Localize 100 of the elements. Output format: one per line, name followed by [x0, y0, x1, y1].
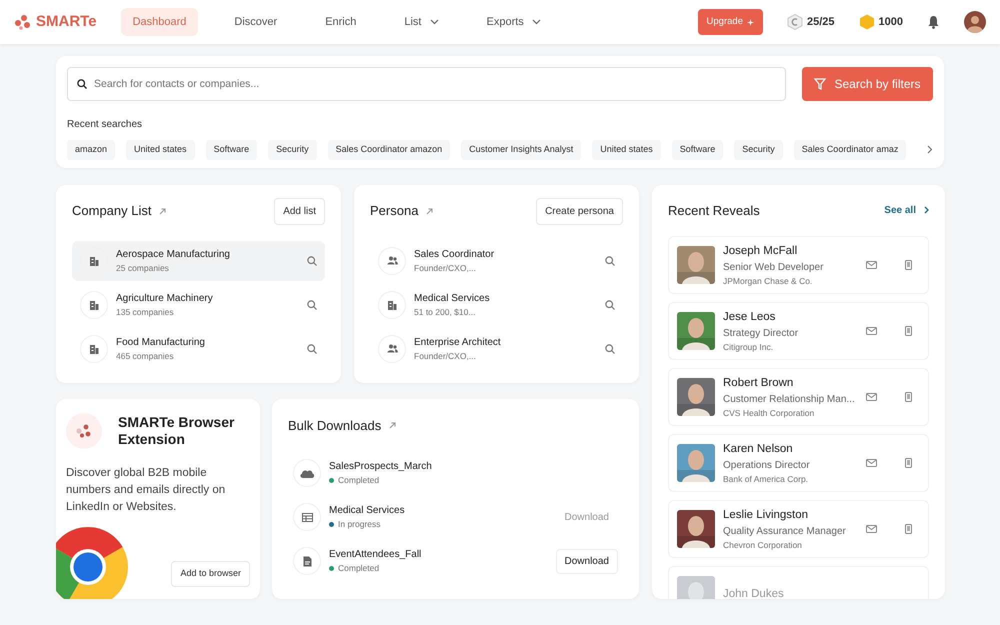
search-icon[interactable]	[307, 344, 317, 354]
external-arrow-icon	[159, 208, 166, 214]
mail-icon[interactable]	[866, 327, 877, 335]
contact-company: Chevron Corporation	[723, 538, 803, 552]
document-icon	[302, 556, 312, 566]
recent-search-chip[interactable]: amazon	[67, 140, 116, 160]
contact-title: Quality Assurance Manager	[723, 524, 847, 539]
chevron-right-icon	[924, 206, 929, 214]
phone-icon[interactable]	[905, 458, 912, 468]
contact-name: Leslie Livingston	[723, 508, 810, 522]
search-icon	[77, 79, 87, 89]
nav-tab[interactable]: List	[392, 8, 450, 36]
panel-title: Bulk Downloads	[288, 416, 382, 434]
cloud-icon	[299, 468, 315, 478]
download-button[interactable]: Download	[556, 548, 618, 574]
contact-company: Citigroup Inc.	[723, 340, 774, 354]
coins-count: 1000	[878, 14, 903, 30]
item-name: Food Manufacturing	[116, 336, 206, 350]
external-arrow-icon	[426, 208, 434, 214]
panel-title: Company List	[72, 202, 152, 220]
list-item[interactable]: Aerospace Manufacturing 25 companies	[72, 240, 325, 280]
nav-tab[interactable]: Discover	[222, 8, 290, 36]
mail-icon[interactable]	[866, 261, 877, 269]
panel-title: Recent Reveals	[668, 202, 760, 220]
contact-name: John Dukes	[723, 587, 785, 598]
contact-name: Jese Leos	[723, 310, 776, 324]
contact-name: Joseph McFall	[723, 244, 798, 258]
search-icon[interactable]	[307, 300, 317, 310]
recent-search-chip[interactable]: Customer Insights Analyst	[461, 140, 582, 160]
list-item[interactable]: Enterprise Architect Founder/CXO,...	[370, 328, 623, 368]
avatar-icon[interactable]	[964, 11, 986, 33]
status-text: Completed	[338, 562, 380, 575]
coin-icon	[858, 14, 875, 30]
people-icon	[386, 344, 398, 353]
search-icon[interactable]	[605, 256, 615, 266]
list-item[interactable]: Medical Services 51 to 200, $10...	[370, 284, 623, 324]
recent-search-chip[interactable]: Security	[268, 140, 317, 160]
external-arrow-icon	[389, 422, 396, 429]
recent-search-chip[interactable]: United states	[126, 140, 195, 160]
mail-icon[interactable]	[866, 393, 877, 401]
nav-tab[interactable]: Exports	[474, 8, 553, 36]
add-list-button[interactable]: Add list	[274, 198, 325, 224]
contact-card[interactable]: Karen Nelson Operations Director Bank of America Corp.	[668, 434, 929, 492]
contact-name: Karen Nelson	[723, 442, 794, 456]
contact-card[interactable]: Robert Brown Customer Relationship Man... CVS Health Corporation	[668, 368, 929, 426]
contact-name: Robert Brown	[723, 376, 794, 390]
contact-title: Operations Director	[723, 458, 811, 473]
status-text: In progress	[338, 518, 381, 531]
item-name: Enterprise Architect	[414, 336, 502, 350]
item-detail: Founder/CXO,...	[414, 350, 477, 362]
list-item[interactable]: Agriculture Machinery 135 companies	[72, 284, 325, 324]
phone-icon[interactable]	[905, 392, 912, 402]
table-icon	[302, 512, 312, 522]
bell-icon[interactable]	[927, 15, 940, 29]
phone-icon[interactable]	[905, 260, 912, 270]
see-all-link[interactable]: See all	[884, 202, 929, 218]
recent-search-chip[interactable]: Sales Coordinator amazon	[328, 140, 450, 160]
mail-icon[interactable]	[866, 525, 877, 533]
recent-search-chip[interactable]: Sales Coordinator amaz	[794, 140, 906, 160]
search-icon[interactable]	[307, 256, 317, 266]
people-icon	[386, 256, 398, 265]
recent-searches-label: Recent searches	[67, 118, 144, 132]
search-icon[interactable]	[605, 300, 615, 310]
contact-card[interactable]: Leslie Livingston Quality Assurance Manager Chevron Corporation	[668, 500, 929, 558]
contact-title: Customer Relationship Man...	[723, 392, 856, 407]
recent-search-chip[interactable]: Software	[206, 140, 258, 160]
list-item[interactable]: Food Manufacturing 465 companies	[72, 328, 325, 368]
funnel-icon	[814, 78, 826, 90]
contact-card[interactable]: Joseph McFall Senior Web Developer JPMorgan Chase & Co.	[668, 236, 929, 294]
contact-title: Strategy Director	[723, 326, 800, 341]
add-to-browser-button[interactable]: Add to browser	[171, 561, 250, 586]
building-icon	[89, 256, 99, 266]
recent-search-chip[interactable]: Software	[672, 140, 724, 160]
credit-icon	[786, 14, 803, 30]
list-item[interactable]: Sales Coordinator Founder/CXO,...	[370, 240, 623, 280]
download-name: SalesProspects_March	[329, 460, 433, 474]
recent-search-chip[interactable]: Security	[734, 140, 783, 160]
extension-title: SMARTe Browser Extension	[118, 414, 236, 448]
mail-icon[interactable]	[866, 459, 877, 467]
contact-title: Senior Web Developer	[723, 260, 824, 275]
building-icon	[89, 300, 99, 310]
brand-name: SMARTe	[36, 12, 97, 32]
status-text: Completed	[338, 474, 380, 487]
nav-tab[interactable]: Enrich	[313, 8, 368, 36]
phone-icon[interactable]	[905, 524, 912, 534]
create-persona-button[interactable]: Create persona	[536, 198, 623, 224]
item-detail: 25 companies	[116, 262, 170, 274]
recent-search-chip[interactable]: United states	[592, 140, 661, 160]
panel-title: Persona	[370, 202, 418, 220]
search-icon[interactable]	[605, 344, 615, 354]
contact-company: CVS Health Corporation	[723, 406, 816, 420]
item-name: Agriculture Machinery	[116, 292, 214, 306]
logo-icon	[14, 14, 32, 30]
chevron-right-icon[interactable]	[927, 145, 933, 154]
phone-icon[interactable]	[905, 326, 912, 336]
download-name: Medical Services	[329, 504, 406, 518]
item-detail: 51 to 200, $10...	[414, 306, 476, 318]
contact-company: JPMorgan Chase & Co.	[723, 274, 814, 288]
contact-card[interactable]: Jese Leos Strategy Director Citigroup Inc.	[668, 302, 929, 360]
search-field[interactable]: Search for contacts or companies...	[67, 67, 786, 101]
